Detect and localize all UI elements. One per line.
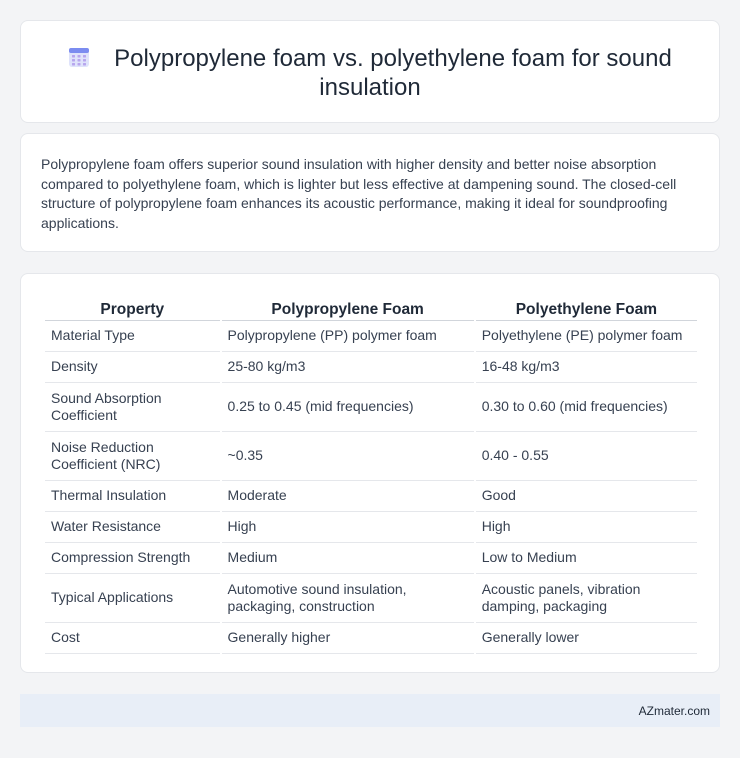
polyethylene-cell: Acoustic panels, vibration damping, pack… [475, 574, 697, 623]
table-row: Noise Reduction Coefficient (NRC) ~0.35 … [45, 432, 697, 481]
table-row: Typical Applications Automotive sound in… [45, 574, 697, 623]
property-cell: Compression Strength [45, 543, 220, 574]
property-cell: Sound Absorption Coefficient [45, 383, 220, 432]
header-property: Property [45, 296, 220, 321]
table-row: Water Resistance High High [45, 512, 697, 543]
polypropylene-cell: Polypropylene (PP) polymer foam [221, 321, 474, 352]
page-title-wrap: Polypropylene foam vs. polyethylene foam… [21, 44, 719, 102]
polyethylene-cell: High [475, 512, 697, 543]
table-header-row: Property Polypropylene Foam Polyethylene… [45, 296, 697, 321]
polypropylene-cell: Medium [221, 543, 474, 574]
polyethylene-cell: 0.40 - 0.55 [475, 432, 697, 481]
polyethylene-cell: Polyethylene (PE) polymer foam [475, 321, 697, 352]
table-row: Sound Absorption Coefficient 0.25 to 0.4… [45, 383, 697, 432]
page-title: Polypropylene foam vs. polyethylene foam… [114, 45, 672, 101]
polypropylene-cell: 0.25 to 0.45 (mid frequencies) [221, 383, 474, 432]
property-cell: Material Type [45, 321, 220, 352]
polyethylene-cell: 0.30 to 0.60 (mid frequencies) [475, 383, 697, 432]
polypropylene-cell: 25-80 kg/m3 [221, 352, 474, 383]
calendar-grid-icon [68, 46, 90, 68]
property-cell: Water Resistance [45, 512, 220, 543]
title-card: Polypropylene foam vs. polyethylene foam… [20, 20, 720, 123]
table-row: Thermal Insulation Moderate Good [45, 481, 697, 512]
polyethylene-cell: 16-48 kg/m3 [475, 352, 697, 383]
polypropylene-cell: High [221, 512, 474, 543]
property-cell: Noise Reduction Coefficient (NRC) [45, 432, 220, 481]
polyethylene-cell: Low to Medium [475, 543, 697, 574]
summary-text: Polypropylene foam offers superior sound… [41, 156, 677, 231]
polypropylene-cell: ~0.35 [221, 432, 474, 481]
property-cell: Thermal Insulation [45, 481, 220, 512]
header-polyethylene: Polyethylene Foam [475, 296, 697, 321]
polypropylene-cell: Generally higher [221, 623, 474, 654]
polyethylene-cell: Good [475, 481, 697, 512]
summary-card: Polypropylene foam offers superior sound… [20, 133, 720, 252]
table-row: Density 25-80 kg/m3 16-48 kg/m3 [45, 352, 697, 383]
footer-bar: AZmater.com [20, 694, 720, 727]
table-row: Compression Strength Medium Low to Mediu… [45, 543, 697, 574]
footer-brand[interactable]: AZmater.com [639, 704, 710, 718]
polypropylene-cell: Moderate [221, 481, 474, 512]
comparison-card: Property Polypropylene Foam Polyethylene… [20, 273, 720, 673]
table-row: Material Type Polypropylene (PP) polymer… [45, 321, 697, 352]
table-row: Cost Generally higher Generally lower [45, 623, 697, 654]
property-cell: Typical Applications [45, 574, 220, 623]
polyethylene-cell: Generally lower [475, 623, 697, 654]
property-cell: Cost [45, 623, 220, 654]
header-polypropylene: Polypropylene Foam [221, 296, 474, 321]
polypropylene-cell: Automotive sound insulation, packaging, … [221, 574, 474, 623]
property-cell: Density [45, 352, 220, 383]
comparison-table: Property Polypropylene Foam Polyethylene… [43, 296, 699, 654]
